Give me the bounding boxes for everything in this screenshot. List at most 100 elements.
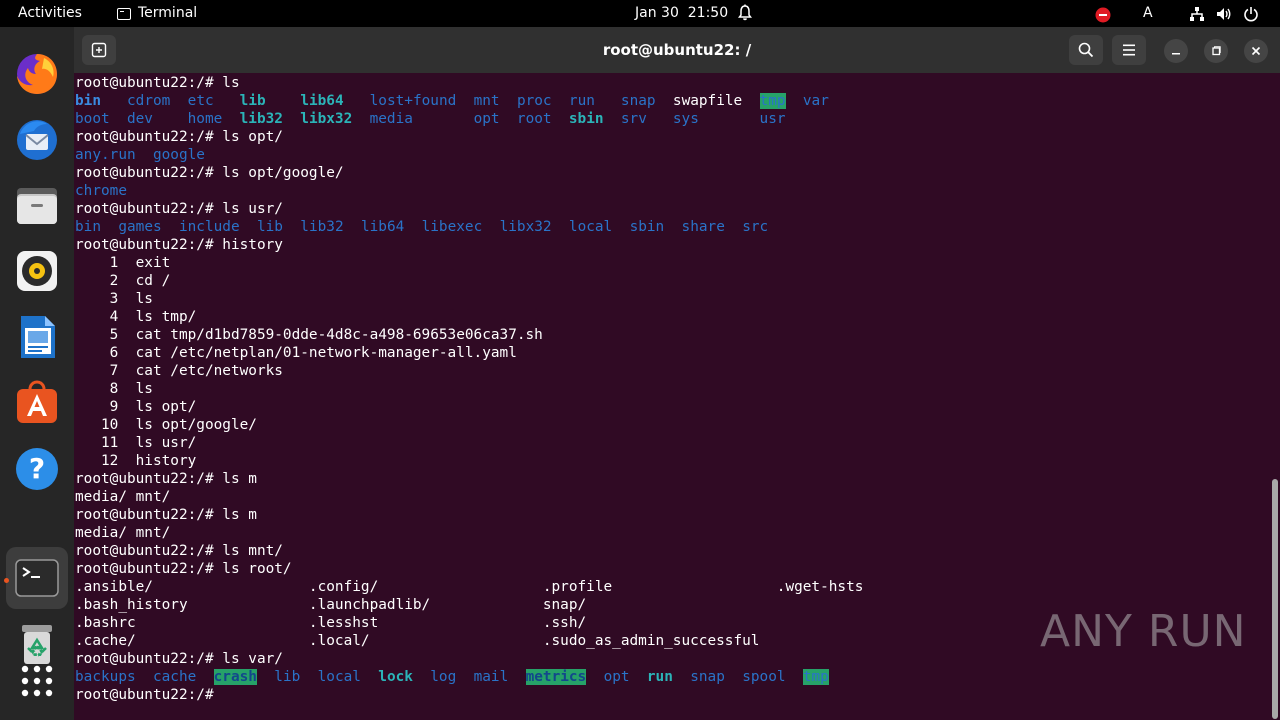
running-indicator [4, 578, 9, 583]
terminal-line: .ansible/ .config/ .profile .wget-hsts [75, 578, 1265, 596]
terminal-text: cdrom [127, 93, 171, 109]
terminal-text: sys [672, 111, 699, 127]
terminal-line: 2 cd / [75, 272, 1265, 290]
terminal-text: dev [126, 111, 153, 127]
terminal-text: lib [274, 669, 301, 685]
terminal-text: lib32 [239, 111, 283, 127]
firefox-icon[interactable] [14, 50, 60, 96]
terminal-text: 10 ls opt/google/ [75, 417, 257, 433]
terminal-icon[interactable] [14, 555, 60, 601]
terminal-line: root@ubuntu22:/# ls opt/google/ [75, 164, 1265, 182]
terminal-line: 9 ls opt/ [75, 398, 1265, 416]
app-menu[interactable]: Terminal [117, 0, 197, 27]
terminal-text: 4 ls tmp/ [75, 309, 197, 325]
show-apps-icon[interactable] [14, 658, 60, 704]
terminal-text: share [681, 219, 725, 235]
terminal-text: games [118, 219, 162, 235]
terminal-text: var [802, 93, 829, 109]
search-button[interactable] [1069, 35, 1103, 65]
rhythmbox-icon[interactable] [14, 248, 60, 294]
terminal-text: crash [213, 669, 257, 685]
terminal-text: 1 exit [75, 255, 171, 271]
terminal-text: src [742, 219, 769, 235]
terminal-line: media/ mnt/ [75, 488, 1265, 506]
close-button[interactable] [1244, 39, 1268, 63]
terminal-text: metrics [525, 669, 587, 685]
terminal-text: 3 ls [75, 291, 153, 307]
minimize-button[interactable] [1164, 39, 1188, 63]
terminal-text: proc [516, 93, 552, 109]
terminal-text: mail [473, 669, 509, 685]
maximize-button[interactable] [1204, 39, 1228, 63]
scrollbar[interactable] [1272, 479, 1278, 719]
terminal-line: root@ubuntu22:/# [75, 686, 1265, 704]
terminal-text: sbin [568, 111, 604, 127]
terminal-small-icon [117, 7, 131, 20]
terminal-text: 12 history [75, 453, 197, 469]
dock: ? ♻ [0, 27, 74, 720]
clock[interactable]: Jan 30 21:50 [635, 0, 728, 27]
terminal-text: opt [473, 111, 500, 127]
app-center-icon[interactable] [14, 380, 60, 426]
terminal-text: 8 ls [75, 381, 153, 397]
files-icon[interactable] [14, 182, 60, 228]
time: 21:50 [687, 5, 729, 21]
terminal-line: bin games include lib lib32 lib64 libexe… [75, 218, 1265, 236]
activities-button[interactable]: Activities [18, 0, 82, 27]
terminal-text: root@ubuntu22:/# history [75, 237, 283, 253]
terminal-text: lib32 [300, 219, 344, 235]
terminal-text: lost+found [369, 93, 457, 109]
thunderbird-icon[interactable] [14, 116, 60, 162]
window-headerbar[interactable]: root@ubuntu22: / [74, 27, 1280, 73]
date: Jan 30 [635, 5, 679, 21]
terminal-line: root@ubuntu22:/# ls mnt/ [75, 542, 1265, 560]
terminal-line: root@ubuntu22:/# history [75, 236, 1265, 254]
libreoffice-writer-icon[interactable] [14, 314, 60, 360]
terminal-text: etc [187, 93, 214, 109]
terminal-text: lib [256, 219, 283, 235]
terminal-line: 1 exit [75, 254, 1265, 272]
terminal-line: 8 ls [75, 380, 1265, 398]
terminal-text: include [178, 219, 240, 235]
help-icon[interactable]: ? [14, 446, 60, 492]
terminal-text: .bashrc .lesshst .ssh/ [75, 615, 587, 631]
terminal-line: 4 ls tmp/ [75, 308, 1265, 326]
terminal-text: libexec [421, 219, 483, 235]
terminal-line: 3 ls [75, 290, 1265, 308]
terminal-text: lock [378, 669, 413, 685]
input-method-indicator[interactable]: A [1143, 0, 1153, 27]
terminal-text: bin [75, 93, 101, 109]
terminal-line: 10 ls opt/google/ [75, 416, 1265, 434]
terminal-text: .bash_history .launchpadlib/ snap/ [75, 597, 587, 613]
terminal-text: cache [152, 669, 197, 685]
terminal-text: local [568, 219, 613, 235]
terminal-text: lib64 [360, 219, 405, 235]
menu-button[interactable] [1112, 35, 1146, 65]
terminal-text: run [568, 93, 595, 109]
